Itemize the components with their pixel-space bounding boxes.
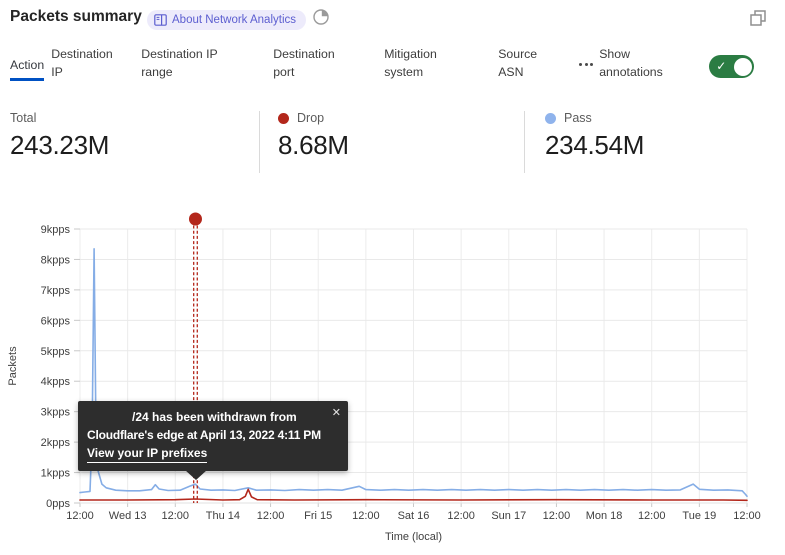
tab-destination-ip[interactable]: Destination IP bbox=[51, 46, 117, 82]
tab-mitigation-system[interactable]: Mitigation system bbox=[384, 46, 456, 82]
y-tick-label: 7kpps bbox=[41, 285, 71, 297]
x-tick-label: Tue 19 bbox=[682, 510, 716, 522]
x-tick-label: 12:00 bbox=[66, 510, 94, 522]
annotation-tooltip: ✕ /24 has been withdrawn from Cloudflare… bbox=[78, 401, 348, 471]
x-axis-title: Time (local) bbox=[385, 531, 442, 543]
y-tick-label: 5kpps bbox=[41, 346, 71, 358]
tooltip-caret bbox=[185, 470, 207, 480]
about-network-analytics-badge[interactable]: About Network Analytics bbox=[147, 10, 306, 30]
x-tick-label: 12:00 bbox=[352, 510, 380, 522]
stat-total: Total 243.23M bbox=[10, 111, 109, 161]
tab-source-asn[interactable]: Source ASN bbox=[498, 46, 546, 82]
toggle-knob bbox=[734, 58, 752, 76]
tab-destination-ip-range[interactable]: Destination IP range bbox=[141, 46, 233, 82]
popout-icon[interactable] bbox=[748, 8, 768, 28]
stat-divider bbox=[524, 111, 525, 173]
pass-dot-icon bbox=[545, 113, 556, 124]
dimension-tabs: Action Destination IP Destination IP ran… bbox=[10, 46, 754, 82]
x-tick-label: 12:00 bbox=[638, 510, 666, 522]
show-annotations-label: Show annotations bbox=[599, 46, 679, 82]
show-annotations-toggle[interactable]: ✓ bbox=[709, 55, 754, 78]
x-tick-label: 12:00 bbox=[447, 510, 475, 522]
tab-destination-port[interactable]: Destination port bbox=[273, 46, 343, 82]
x-tick-label: Fri 15 bbox=[304, 510, 332, 522]
y-axis-title: Packets bbox=[7, 346, 19, 386]
page-title: Packets summary bbox=[10, 8, 142, 26]
y-tick-label: 2kpps bbox=[41, 437, 71, 449]
y-tick-label: 9kpps bbox=[41, 224, 71, 236]
x-tick-label: Sun 17 bbox=[491, 510, 526, 522]
view-ip-prefixes-link[interactable]: View your IP prefixes bbox=[87, 444, 207, 463]
tab-action[interactable]: Action bbox=[10, 57, 44, 81]
y-tick-label: 0pps bbox=[46, 498, 70, 510]
y-tick-label: 4kpps bbox=[41, 376, 71, 388]
stat-pass-value: 234.54M bbox=[545, 130, 644, 161]
x-tick-label: 12:00 bbox=[257, 510, 285, 522]
drop-dot-icon bbox=[278, 113, 289, 124]
y-tick-label: 3kpps bbox=[41, 407, 71, 419]
stat-pass-label: Pass bbox=[564, 111, 592, 125]
x-tick-label: 12:00 bbox=[162, 510, 190, 522]
tooltip-line2: Cloudflare's edge at April 13, 2022 4:11… bbox=[87, 426, 339, 444]
book-icon bbox=[154, 14, 167, 26]
x-tick-label: Sat 16 bbox=[398, 510, 430, 522]
stat-total-value: 243.23M bbox=[10, 130, 109, 161]
check-icon: ✓ bbox=[716, 58, 726, 75]
packets-time-series-chart: 12:00 Wed 13 12:00 Thu 14 12:00 Fri 15 12:00 Sa… bbox=[0, 195, 785, 555]
x-tick-label: 12:00 bbox=[733, 510, 761, 522]
tooltip-line1: /24 has been withdrawn from bbox=[132, 408, 339, 426]
annotation-marker-dot[interactable] bbox=[189, 213, 202, 226]
y-tick-label: 8kpps bbox=[41, 254, 71, 266]
stat-pass: Pass 234.54M bbox=[545, 111, 644, 161]
close-icon[interactable]: ✕ bbox=[332, 405, 341, 422]
x-tick-label: Wed 13 bbox=[109, 510, 147, 522]
x-tick-label: 12:00 bbox=[543, 510, 571, 522]
more-tabs-icon[interactable] bbox=[579, 63, 593, 66]
x-tick-label: Mon 18 bbox=[586, 510, 623, 522]
x-tick-label: Thu 14 bbox=[206, 510, 240, 522]
stat-divider bbox=[259, 111, 260, 173]
about-badge-label: About Network Analytics bbox=[172, 14, 296, 26]
stat-total-label: Total bbox=[10, 111, 36, 125]
y-tick-label: 1kpps bbox=[41, 468, 71, 480]
stat-drop: Drop 8.68M bbox=[278, 111, 349, 161]
y-tick-label: 6kpps bbox=[41, 315, 71, 327]
stat-drop-label: Drop bbox=[297, 111, 324, 125]
stat-drop-value: 8.68M bbox=[278, 130, 349, 161]
time-range-pie-icon[interactable] bbox=[312, 8, 330, 26]
